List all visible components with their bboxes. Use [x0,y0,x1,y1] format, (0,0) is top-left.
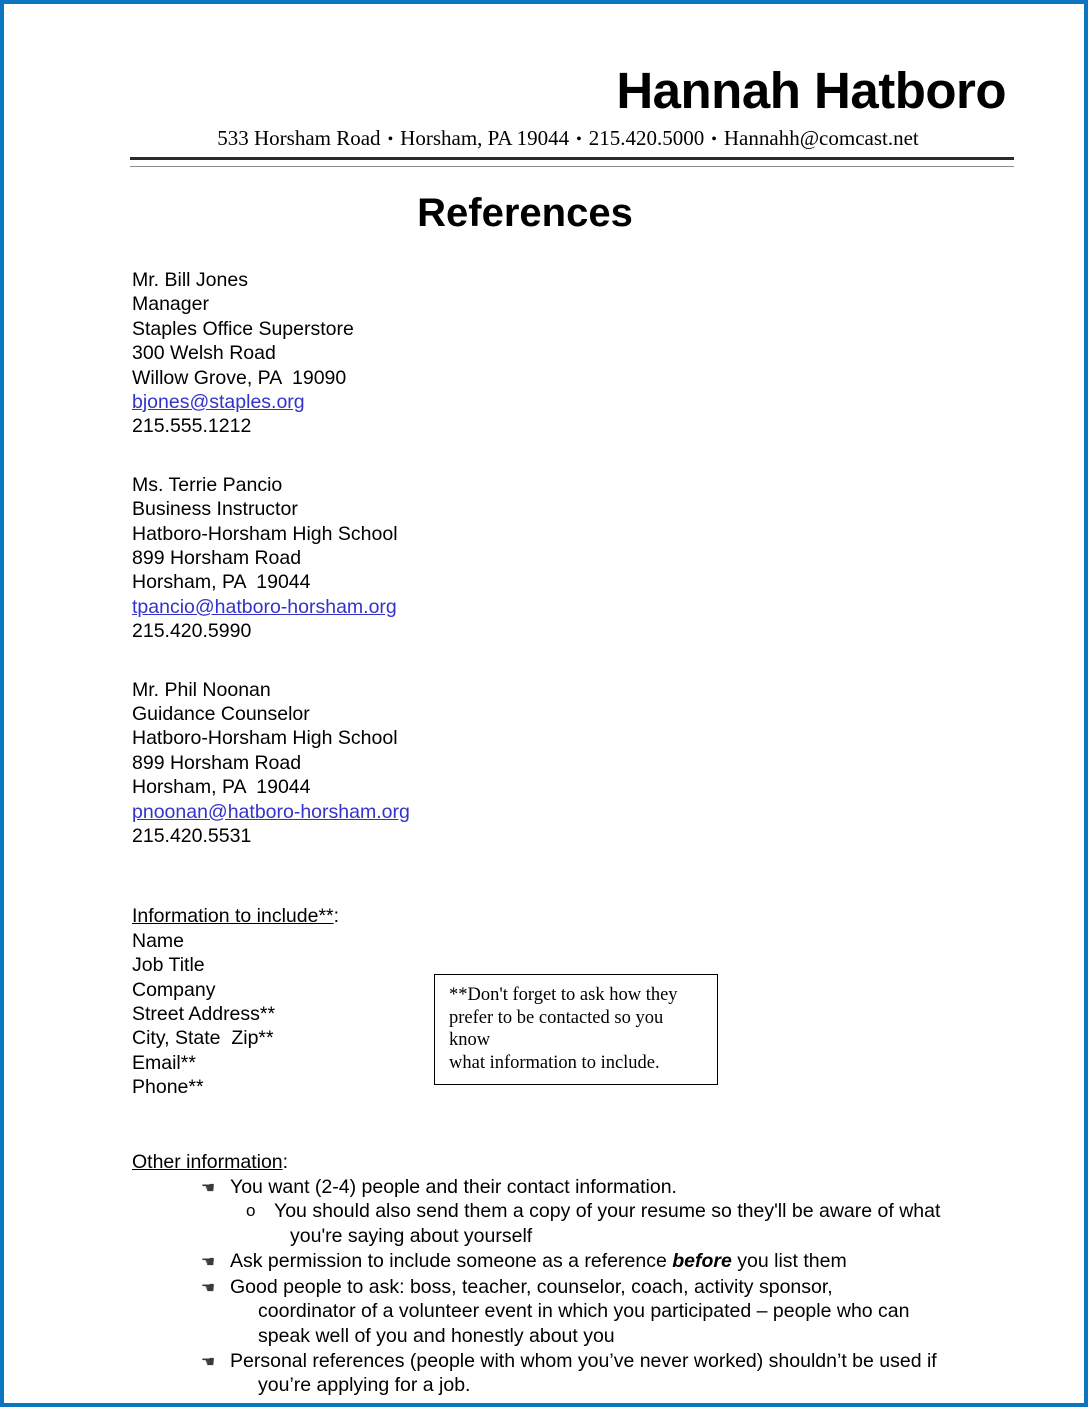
note-line: prefer to be contacted so you know [449,1007,664,1051]
bullet-text: Good people to ask: boss, teacher, couns… [230,1275,1024,1348]
reference-company: Hatboro-Horsham High School [132,522,398,545]
document-title: References [417,190,633,235]
reference-job-title: Business Instructor [132,498,298,521]
list-item: o You should also send them a copy of yo… [230,1199,1024,1248]
reference-entry: Mr. Bill Jones Manager Staples Office Su… [132,268,1024,439]
reference-name: Ms. Terrie Pancio [132,473,283,496]
bullet-text: You want (2-4) people and their contact … [230,1176,677,1199]
reference-company: Hatboro-Horsham High School [132,727,398,750]
reference-city-state-zip: Horsham, PA 19044 [132,571,311,594]
contact-email: Hannahh@comcast.net [723,125,919,150]
page-title: Hannah Hatboro [616,62,1006,119]
circle-bullet-icon: o [246,1201,256,1221]
reference-job-title: Guidance Counselor [132,702,310,725]
reference-city-state-zip: Horsham, PA 19044 [132,776,311,799]
contact-line: 533 Horsham Road • Horsham, PA 19044 • 215.4… [130,124,1006,152]
other-heading-text: Other information [132,1150,283,1173]
reference-company: Staples Office Superstore [132,317,354,340]
reference-job-title: Manager [132,293,209,316]
contact-separator-icon: • [711,130,717,148]
bullet-text: Personal references (people with whom yo… [230,1349,1024,1398]
reference-street: 899 Horsham Road [132,546,302,569]
hand-bullet-icon: ☚ [200,1252,216,1272]
hand-bullet-icon: ☚ [200,1178,216,1198]
bullet-line: speak well of you and honestly about you [258,1324,615,1347]
list-item: ☚ Ask permission to include someone as a… [132,1249,1024,1273]
other-heading-colon: : [282,1150,289,1173]
contact-separator-icon: • [387,130,394,148]
bullet-line: Good people to ask: boss, teacher, couns… [230,1275,833,1298]
document-page: Hannah Hatboro 533 Horsham Road • Horsham,… [0,0,1088,1407]
information-to-include-section: Information to include**: Name Job Title… [132,904,1024,1099]
note-line: what information to include. [449,1052,660,1073]
page-content: Hannah Hatboro 533 Horsham Road • Horsham,… [4,4,1084,1403]
sub-bullet-line: you're saying about yourself [290,1224,533,1247]
other-information-section: Other information: ☚ You want (2-4) peop… [132,1150,1024,1398]
callout-note-box: **Don't forget to ask how they prefer to… [434,974,718,1086]
bullet-line: coordinator of a volunteer event in whic… [258,1300,910,1323]
sub-bullet-line: You should also send them a copy of your… [274,1200,941,1223]
reference-name: Mr. Bill Jones [132,268,248,291]
list-item: ☚ You want (2-4) people and their contac… [132,1175,1024,1248]
bullet-emphasis: before [672,1250,732,1273]
contact-phone: 215.420.5000 [588,125,705,150]
include-heading-colon: : [333,905,340,928]
reference-email-link[interactable]: bjones@staples.org [132,391,305,413]
reference-street: 899 Horsham Road [132,751,302,774]
contact-street: 533 Horsham Road [217,125,381,150]
sub-bullet-text: You should also send them a copy of your… [274,1200,1024,1248]
sub-bullet-list: o You should also send them a copy of yo… [230,1199,1024,1248]
list-item: Name [132,929,185,952]
hand-bullet-icon: ☚ [200,1351,216,1371]
note-line: **Don't forget to ask how they [449,985,678,1006]
header-divider [130,156,1014,167]
bullet-line: you’re applying for a job. [258,1374,471,1397]
other-information-list: ☚ You want (2-4) people and their contac… [132,1175,1024,1398]
bullet-text-after: you list them [731,1250,847,1273]
list-item: ☚ Personal references (people with whom … [132,1349,1024,1398]
hand-bullet-icon: ☚ [200,1277,216,1297]
bullet-text-before: Ask permission to include someone as a r… [230,1250,673,1273]
reference-phone: 215.420.5531 [132,825,252,848]
contact-city-state-zip: Horsham, PA 19044 [400,125,570,150]
reference-entry: Mr. Phil Noonan Guidance Counselor Hatbo… [132,678,1024,849]
reference-street: 300 Welsh Road [132,342,276,365]
contact-separator-icon: • [576,130,582,148]
letterhead: Hannah Hatboro 533 Horsham Road • Horsham,… [4,4,1084,167]
bullet-line: Personal references (people with whom yo… [230,1349,937,1372]
reference-city-state-zip: Willow Grove, PA 19090 [132,366,347,389]
bullet-text: Ask permission to include someone as a r… [230,1249,1024,1273]
document-body: Mr. Bill Jones Manager Staples Office Su… [4,268,1084,1398]
include-section-heading: Information to include**: [132,904,1024,928]
include-heading-text: Information to include** [132,905,334,928]
reference-phone: 215.555.1212 [132,415,252,438]
list-item: ☚ Good people to ask: boss, teacher, cou… [132,1275,1024,1348]
reference-entry: Ms. Terrie Pancio Business Instructor Ha… [132,473,1024,644]
reference-name: Mr. Phil Noonan [132,678,271,701]
reference-phone: 215.420.5990 [132,620,252,643]
reference-email-link[interactable]: pnoonan@hatboro-horsham.org [132,801,410,823]
other-section-heading: Other information: [132,1150,1024,1174]
reference-email-link[interactable]: tpancio@hatboro-horsham.org [132,596,397,618]
